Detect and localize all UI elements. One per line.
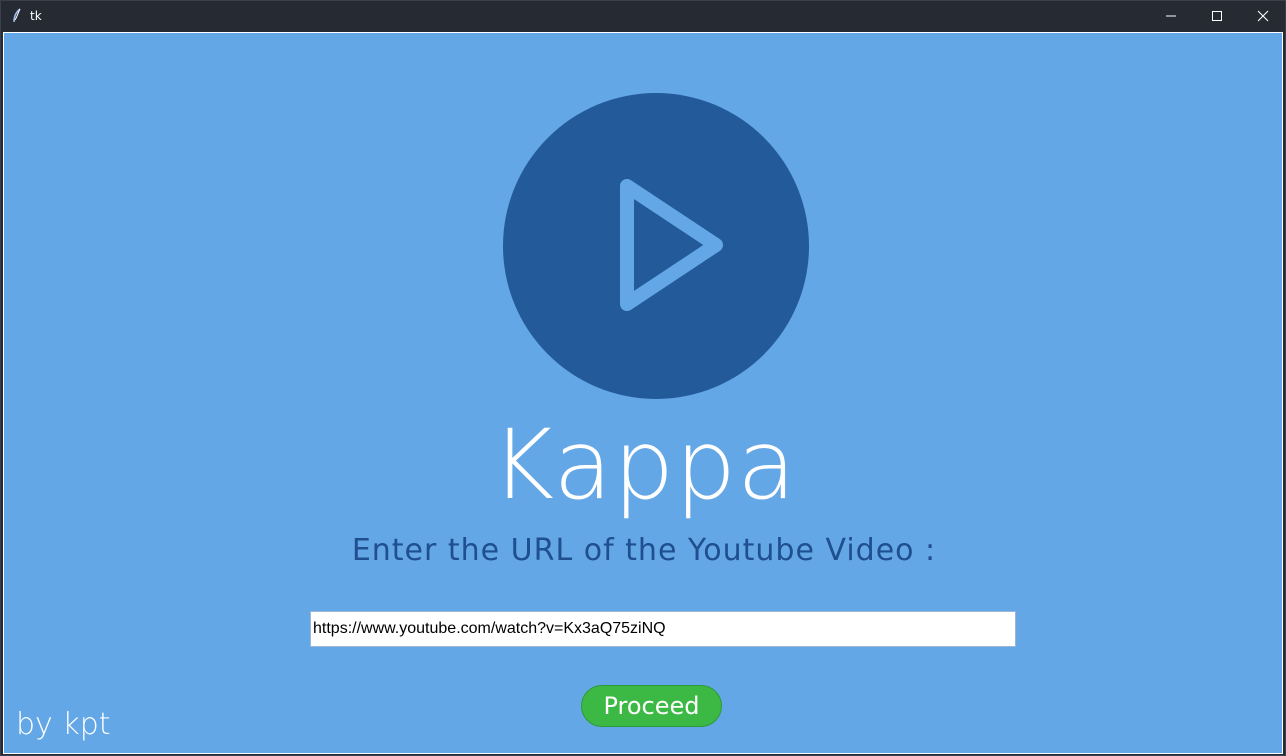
- maximize-icon: [1212, 11, 1222, 21]
- app-window: tk Kappa Enter the URL of the Youtube Vi…: [0, 0, 1286, 756]
- feather-icon: [13, 8, 21, 23]
- close-icon: [1257, 10, 1269, 22]
- maximize-button[interactable]: [1194, 1, 1240, 31]
- minimize-icon: [1166, 15, 1176, 17]
- play-icon: [503, 93, 809, 399]
- window-title: tk: [30, 9, 42, 23]
- main-panel: Kappa Enter the URL of the Youtube Video…: [3, 32, 1283, 754]
- author-credit: by kpt: [16, 707, 111, 742]
- url-input[interactable]: [310, 611, 1016, 647]
- proceed-button[interactable]: Proceed: [581, 685, 722, 727]
- app-name-heading: Kappa: [491, 409, 797, 521]
- close-button[interactable]: [1240, 1, 1286, 31]
- minimize-button[interactable]: [1148, 1, 1194, 31]
- url-prompt-label: Enter the URL of the Youtube Video :: [351, 533, 937, 568]
- title-bar[interactable]: tk: [1, 1, 1285, 31]
